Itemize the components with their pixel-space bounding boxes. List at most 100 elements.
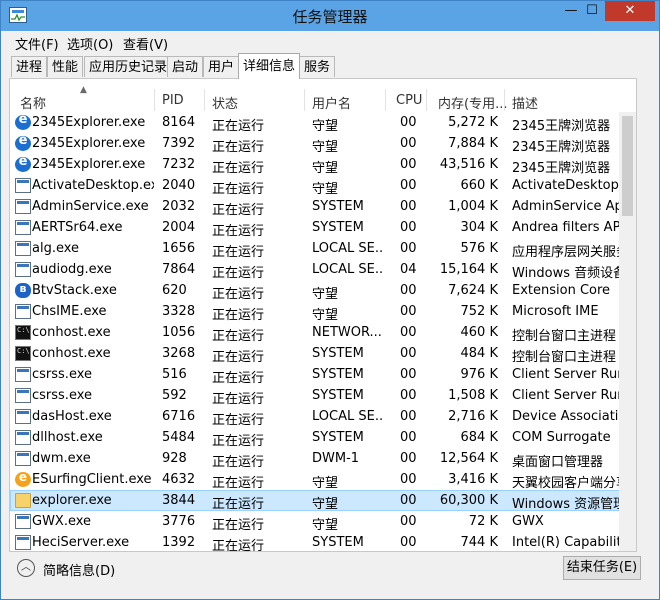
app-window-icon — [15, 220, 31, 235]
cell-status: 正在运行 — [212, 329, 265, 344]
column-separator[interactable] — [426, 89, 427, 111]
cell-description: Microsoft IME — [512, 304, 599, 319]
cell-memory: 12,564 K — [439, 451, 498, 466]
cell-name: 2345Explorer.exe — [32, 136, 146, 151]
cell-memory: 7,884 K — [448, 136, 498, 151]
cell-status: 正在运行 — [212, 287, 265, 302]
cell-user: LOCAL SE... — [312, 241, 384, 256]
cell-memory: 976 K — [460, 367, 498, 382]
column-separator[interactable] — [154, 89, 155, 111]
ie-icon — [15, 133, 31, 151]
column-header-pid[interactable]: PID — [162, 93, 184, 108]
cell-user: LOCAL SE... — [312, 409, 384, 424]
table-row[interactable]: GWX.exe 3776 正在运行 守望 00 72 K GWX — [10, 511, 636, 533]
table-row[interactable]: 2345Explorer.exe 8164 正在运行 守望 00 5,272 K 2345王… — [10, 112, 636, 134]
table-row[interactable]: 2345Explorer.exe 7392 正在运行 守望 00 7,884 K 2345王… — [10, 133, 636, 155]
maximize-button[interactable]: ☐ — [579, 1, 605, 21]
column-separator[interactable] — [504, 89, 505, 111]
tab-processes[interactable]: 进程 — [11, 56, 48, 77]
column-header-name[interactable]: 名称 — [20, 93, 46, 112]
cell-name: HeciServer.exe — [32, 535, 130, 550]
cell-name: ChsIME.exe — [32, 304, 107, 319]
cell-cpu: 00 — [400, 178, 417, 193]
column-separator[interactable] — [204, 89, 205, 111]
cell-name: csrss.exe — [32, 367, 93, 382]
table-row[interactable]: dwm.exe 928 正在运行 DWM-1 00 12,564 K 桌面窗口管理器 — [10, 448, 636, 470]
menu-view[interactable]: 查看(V) — [123, 34, 168, 53]
fewer-details-link[interactable]: 简略信息(D) — [43, 560, 115, 579]
cell-cpu: 00 — [400, 514, 417, 529]
table-row[interactable]: alg.exe 1656 正在运行 LOCAL SE... 00 576 K 应用程序层网关… — [10, 238, 636, 260]
column-header-cpu[interactable]: CPU — [396, 93, 422, 108]
cell-pid: 928 — [162, 451, 187, 466]
table-row[interactable]: csrss.exe 516 正在运行 SYSTEM 00 976 K Client Serv… — [10, 364, 636, 386]
cell-user: LOCAL SE... — [312, 262, 384, 277]
app-window-icon — [15, 535, 31, 550]
table-row[interactable]: HeciServer.exe 1392 正在运行 SYSTEM 00 744 K Intel… — [10, 532, 636, 552]
table-row[interactable]: dllhost.exe 5484 正在运行 SYSTEM 00 684 K COM Surr… — [10, 427, 636, 449]
cell-memory: 484 K — [460, 346, 498, 361]
tab-users[interactable]: 用户 — [203, 56, 240, 77]
tab-app-history[interactable]: 应用历史记录 — [84, 56, 173, 77]
esurfing-icon — [15, 470, 31, 487]
table-row[interactable]: conhost.exe 1056 正在运行 NETWOR... 00 460 K 控制台窗口… — [10, 322, 636, 344]
table-header: ▲ 名称 PID 状态 用户名 CPU 内存(专用... 描述 — [10, 79, 636, 112]
column-separator[interactable] — [385, 89, 386, 111]
sort-ascending-icon: ▲ — [80, 85, 87, 95]
cell-description: GWX — [512, 514, 544, 529]
cell-cpu: 00 — [400, 115, 417, 130]
cell-pid: 1656 — [162, 241, 196, 256]
cell-status: 正在运行 — [212, 224, 265, 239]
table-row[interactable]: ESurfingClient.exe 4632 正在运行 守望 00 3,416 K 天翼校… — [10, 469, 636, 491]
cell-description: Andrea filters APO... — [512, 220, 620, 235]
table-row[interactable]: dasHost.exe 6716 正在运行 LOCAL SE... 00 2,716 K D… — [10, 406, 636, 428]
column-separator[interactable] — [304, 89, 305, 111]
close-button[interactable]: ✕ — [605, 1, 655, 21]
table-row[interactable]: AdminService.exe 2032 正在运行 SYSTEM 00 1,004 K A… — [10, 196, 636, 218]
table-row[interactable]: ActivateDesktop.exe 2040 正在运行 守望 00 660 K Acti… — [10, 175, 636, 197]
table-row[interactable]: audiodg.exe 7864 正在运行 LOCAL SE... 04 15,164 K… — [10, 259, 636, 281]
cell-status: 正在运行 — [212, 203, 265, 218]
scrollbar-thumb[interactable] — [622, 116, 633, 216]
cell-status: 正在运行 — [212, 539, 265, 552]
table-row[interactable]: AERTSr64.exe 2004 正在运行 SYSTEM 00 304 K Andrea … — [10, 217, 636, 239]
tab-details[interactable]: 详细信息 — [238, 53, 301, 79]
title-bar[interactable]: 任务管理器 — ☐ ✕ — [1, 1, 659, 31]
cell-memory: 15,164 K — [439, 262, 498, 277]
app-window-icon — [15, 367, 31, 382]
table-row[interactable]: conhost.exe 3268 正在运行 SYSTEM 00 484 K 控制台窗口主进程 — [10, 343, 636, 365]
cell-description: Intel(R) Capability... — [512, 535, 620, 550]
table-row[interactable]: 2345Explorer.exe 7232 正在运行 守望 00 43,516 K 2345… — [10, 154, 636, 176]
cell-name: AERTSr64.exe — [32, 220, 123, 235]
column-header-status[interactable]: 状态 — [212, 93, 238, 112]
cell-memory: 660 K — [460, 178, 498, 193]
app-window-icon — [15, 178, 31, 193]
tab-performance[interactable]: 性能 — [47, 56, 84, 77]
table-row[interactable]: BtvStack.exe 620 正在运行 守望 00 7,624 K Extension … — [10, 280, 636, 302]
column-header-description[interactable]: 描述 — [512, 93, 538, 112]
cell-cpu: 00 — [400, 199, 417, 214]
cell-user: 守望 — [312, 497, 339, 512]
cell-memory: 5,272 K — [448, 115, 498, 130]
cell-description: 2345王牌浏览器 — [512, 119, 611, 134]
tab-services[interactable]: 服务 — [299, 56, 336, 77]
table-row[interactable]: csrss.exe 592 正在运行 SYSTEM 00 1,508 K Client Se… — [10, 385, 636, 407]
cell-status: 正在运行 — [212, 497, 265, 512]
table-row[interactable]: explorer.exe 3844 正在运行 守望 00 60,300 K Windows … — [10, 490, 636, 512]
column-header-memory[interactable]: 内存(专用... — [438, 93, 507, 112]
tab-startup[interactable]: 启动 — [167, 56, 204, 77]
cell-name: alg.exe — [32, 241, 80, 256]
end-task-button[interactable]: 结束任务(E) — [563, 556, 641, 580]
cell-user: 守望 — [312, 308, 339, 323]
cell-name: dwm.exe — [32, 451, 91, 466]
cell-status: 正在运行 — [212, 518, 265, 533]
menu-options[interactable]: 选项(O) — [67, 34, 113, 53]
vertical-scrollbar[interactable] — [619, 112, 636, 551]
cell-name: ESurfingClient.exe — [32, 472, 152, 487]
menu-file[interactable]: 文件(F) — [15, 34, 59, 53]
cell-pid: 7864 — [162, 262, 196, 277]
column-header-user[interactable]: 用户名 — [312, 93, 351, 112]
table-row[interactable]: ChsIME.exe 3328 正在运行 守望 00 752 K Microsoft IME — [10, 301, 636, 323]
cell-description: 天翼校园客户端分享... — [512, 476, 620, 491]
chevron-up-icon[interactable]: ︿ — [17, 559, 35, 577]
